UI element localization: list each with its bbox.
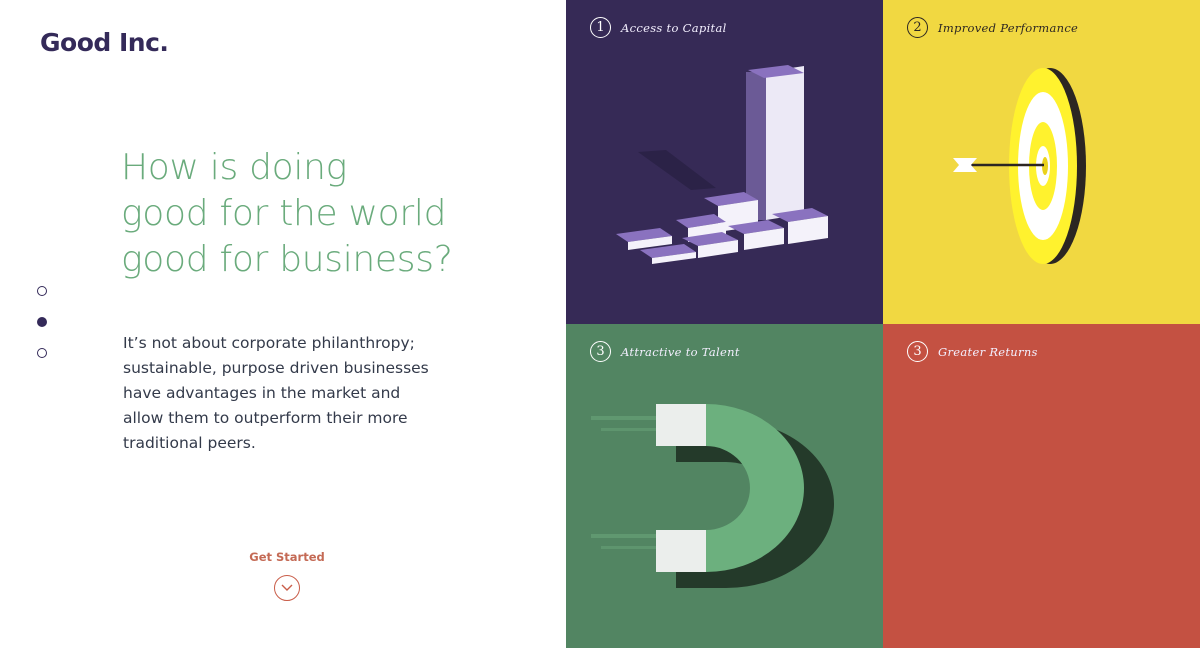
pagination-dot-3[interactable]	[37, 348, 47, 358]
pagination-dot-2-active[interactable]	[37, 317, 47, 327]
description-line: sustainable, purpose driven businesses	[123, 359, 429, 377]
description-line: It’s not about corporate philanthropy;	[123, 334, 415, 352]
tile-header: 3 Greater Returns	[907, 341, 1038, 362]
magnet-icon	[591, 404, 834, 588]
headline-line: good for the world	[121, 193, 447, 234]
tile-title: Attractive to Talent	[621, 344, 740, 359]
tile-title: Greater Returns	[938, 344, 1038, 359]
tile-header: 1 Access to Capital	[590, 17, 727, 38]
slide-pagination	[37, 286, 47, 379]
tile-number: 3	[907, 341, 928, 362]
tile-greater-returns[interactable]: 3 Greater Returns	[883, 324, 1200, 648]
tile-header: 2 Improved Performance	[907, 17, 1078, 38]
tile-improved-performance[interactable]: 2 Improved Performance	[883, 0, 1200, 324]
hero-headline: How is doing good for the world good for…	[121, 145, 481, 283]
intro-panel: Good Inc. How is doing good for the worl…	[0, 0, 566, 648]
headline-line: good for business?	[121, 239, 453, 280]
headline-line: How is doing	[121, 147, 347, 188]
get-started-label: Get Started	[249, 550, 325, 564]
chevron-down-icon[interactable]	[274, 575, 300, 601]
tile-number: 1	[590, 17, 611, 38]
tile-number: 2	[907, 17, 928, 38]
bar-chart-icon	[616, 65, 828, 264]
hero-description: It’s not about corporate philanthropy; s…	[123, 331, 429, 456]
pagination-dot-1[interactable]	[37, 286, 47, 296]
description-line: allow them to outperform their more	[123, 409, 408, 427]
tile-access-to-capital[interactable]: 1 Access to Capital	[566, 0, 883, 324]
tile-title: Improved Performance	[938, 20, 1079, 35]
tile-title: Access to Capital	[621, 20, 727, 35]
description-line: traditional peers.	[123, 434, 256, 452]
tile-header: 3 Attractive to Talent	[590, 341, 740, 362]
target-icon	[953, 68, 1086, 264]
brand-logo[interactable]: Good Inc.	[40, 28, 169, 57]
tile-attractive-to-talent[interactable]: 3 Attractive to Talent	[566, 324, 883, 648]
get-started-button[interactable]: Get Started	[240, 550, 334, 601]
description-line: have advantages in the market and	[123, 384, 401, 402]
tile-number: 3	[590, 341, 611, 362]
